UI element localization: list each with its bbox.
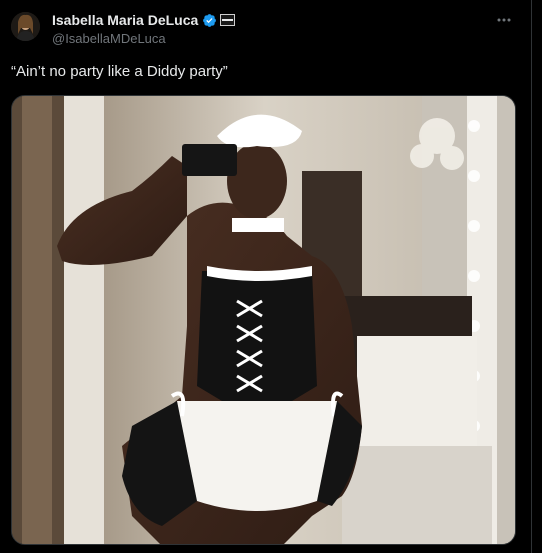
tweet-media-photo[interactable] [11, 95, 516, 545]
verified-badge-icon[interactable] [202, 13, 217, 28]
more-dots-icon [497, 18, 511, 22]
author-avatar[interactable] [11, 12, 40, 41]
author-handle[interactable]: @IsabellaMDeLuca [52, 31, 502, 46]
name-row: Isabella Maria DeLuca [52, 10, 502, 30]
more-options-button[interactable] [494, 10, 514, 30]
avatar-image [11, 12, 40, 41]
photo-illustration [12, 96, 515, 544]
tweet-header: Isabella Maria DeLuca @IsabellaMDeLuca [52, 10, 502, 46]
tweet: Isabella Maria DeLuca @IsabellaMDeLuca “… [0, 0, 542, 553]
flag-icon [220, 14, 236, 26]
author-name[interactable]: Isabella Maria DeLuca [52, 12, 198, 28]
tweet-text: “Ain’t no party like a Diddy party” [11, 63, 228, 80]
column-divider [531, 0, 532, 553]
